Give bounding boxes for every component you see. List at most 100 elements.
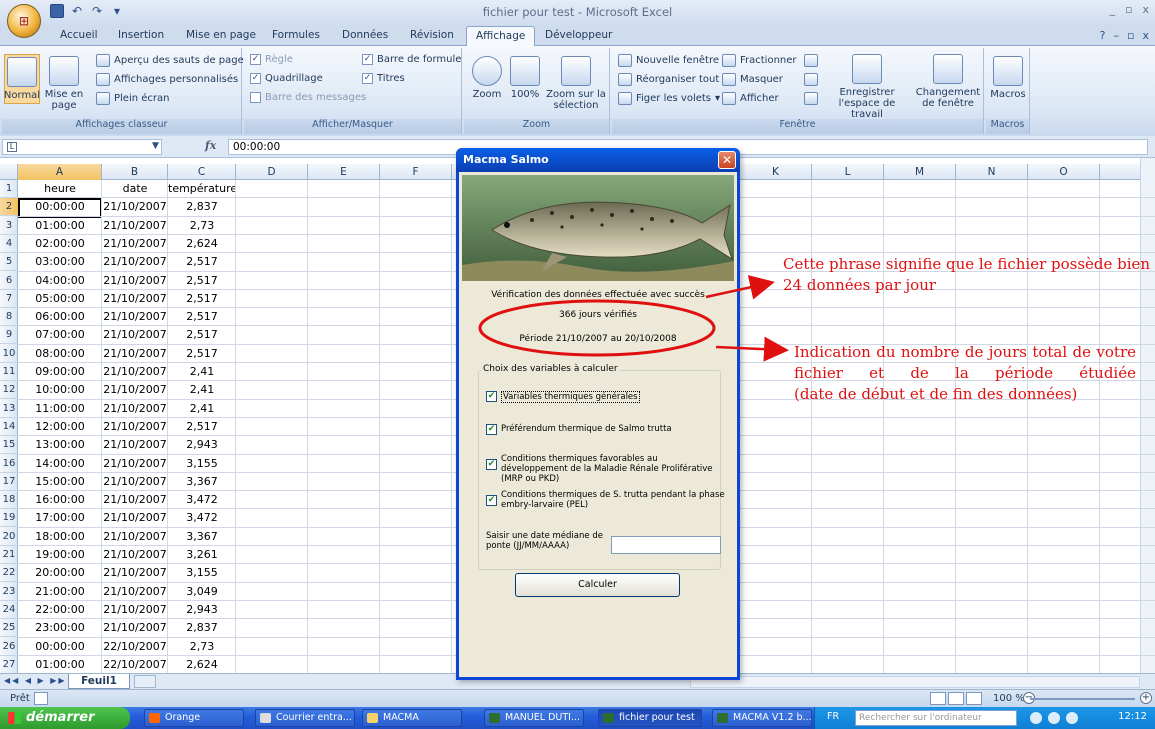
table-cell[interactable]: 21/10/2007 xyxy=(102,601,168,619)
taskbar-item-orange[interactable]: Orange xyxy=(144,709,244,727)
table-cell[interactable]: 2,73 xyxy=(168,638,236,656)
network-icon[interactable] xyxy=(1048,712,1060,724)
table-cell[interactable]: 14:00:00 xyxy=(18,455,102,473)
checkbox-pel[interactable]: ✔ Conditions thermiques de S. trutta pend… xyxy=(486,490,726,510)
vertical-scrollbar[interactable] xyxy=(1140,158,1155,673)
table-cell[interactable]: 21/10/2007 xyxy=(102,528,168,546)
table-cell[interactable]: 22/10/2007 xyxy=(102,656,168,673)
column-header-b[interactable]: B xyxy=(102,164,168,180)
table-cell[interactable]: 17:00:00 xyxy=(18,509,102,527)
table-cell[interactable]: 00:00:00 xyxy=(18,638,102,656)
table-cell[interactable]: 21/10/2007 xyxy=(102,217,168,235)
taskbar-item-fichier-pour-test[interactable]: fichier pour test xyxy=(598,709,702,727)
zoom-selection-button[interactable]: Zoom sur la sélection xyxy=(546,56,606,111)
page-layout-button[interactable]: Mise en page xyxy=(44,56,84,111)
row-header[interactable]: 16 xyxy=(0,455,18,473)
table-cell[interactable]: 2,41 xyxy=(168,363,236,381)
row-header[interactable]: 23 xyxy=(0,583,18,601)
split-button[interactable]: Fractionner xyxy=(722,54,797,67)
table-cell[interactable]: 2,624 xyxy=(168,656,236,673)
switch-windows-button[interactable]: Changement de fenêtre xyxy=(914,54,982,109)
table-cell[interactable]: 3,367 xyxy=(168,528,236,546)
row-header[interactable]: 3 xyxy=(0,217,18,235)
row-header[interactable]: 13 xyxy=(0,400,18,418)
column-header-l[interactable]: L xyxy=(812,164,884,180)
row-header[interactable]: 12 xyxy=(0,381,18,400)
table-cell[interactable]: 2,41 xyxy=(168,400,236,418)
row-header[interactable]: 20 xyxy=(0,528,18,546)
table-cell[interactable]: 23:00:00 xyxy=(18,619,102,637)
tab-developpeur[interactable]: Développeur xyxy=(545,29,612,41)
table-cell[interactable]: 18:00:00 xyxy=(18,528,102,546)
column-header-c[interactable]: C xyxy=(168,164,236,180)
table-cell[interactable]: 21/10/2007 xyxy=(102,253,168,271)
column-header-a[interactable]: A xyxy=(18,164,102,180)
name-box[interactable] xyxy=(2,139,162,155)
row-header[interactable]: 10 xyxy=(0,345,18,363)
table-cell[interactable]: 20:00:00 xyxy=(18,564,102,582)
minimize-icon[interactable]: _ xyxy=(1110,3,1116,16)
volume-icon[interactable] xyxy=(1066,712,1078,724)
desktop-search-input[interactable]: Rechercher sur l'ordinateur xyxy=(855,710,1017,726)
row-header[interactable]: 22 xyxy=(0,564,18,583)
table-cell[interactable]: 21/10/2007 xyxy=(102,418,168,436)
tab-insertion[interactable]: Insertion xyxy=(118,29,164,41)
column-header-k[interactable]: K xyxy=(740,164,812,180)
table-cell[interactable]: 13:00:00 xyxy=(18,436,102,454)
row-header[interactable]: 6 xyxy=(0,272,18,290)
row-header[interactable]: 14 xyxy=(0,418,18,436)
ruler-checkbox[interactable]: ✓ Règle xyxy=(250,54,293,65)
tab-affichage[interactable]: Affichage xyxy=(466,26,536,47)
checkbox-variables-generales[interactable]: ✔ Variables thermiques générales xyxy=(486,391,726,403)
gridlines-checkbox[interactable]: ✓ Quadrillage xyxy=(250,73,323,84)
normal-view-icon[interactable] xyxy=(930,692,946,705)
macros-button[interactable]: Macros xyxy=(990,56,1026,100)
save-workspace-button[interactable]: Enregistrer l'espace de travail xyxy=(822,54,912,120)
table-cell[interactable]: 2,943 xyxy=(168,601,236,619)
table-cell[interactable]: 21/10/2007 xyxy=(102,308,168,326)
taskbar-item-courrier[interactable]: Courrier entra... xyxy=(255,709,355,727)
table-cell[interactable]: 07:00:00 xyxy=(18,326,102,344)
table-cell[interactable]: 21/10/2007 xyxy=(102,198,168,216)
column-header-d[interactable]: D xyxy=(236,164,308,180)
table-cell[interactable]: 21/10/2007 xyxy=(102,235,168,253)
table-cell[interactable]: 21/10/2007 xyxy=(102,400,168,418)
zoom-in-icon[interactable]: + xyxy=(1140,692,1152,704)
table-cell[interactable]: 3,367 xyxy=(168,473,236,491)
reset-position-icon[interactable] xyxy=(804,92,818,105)
row-header[interactable]: 11 xyxy=(0,363,18,381)
taskbar-item-macma[interactable]: MACMA xyxy=(362,709,462,727)
name-box-dropdown-icon[interactable]: ▼ xyxy=(152,141,159,151)
row-header[interactable]: 5 xyxy=(0,253,18,272)
table-cell[interactable]: 21/10/2007 xyxy=(102,345,168,363)
column-header-m[interactable]: M xyxy=(884,164,956,180)
table-cell[interactable]: 21/10/2007 xyxy=(102,509,168,527)
table-cell[interactable]: 3,155 xyxy=(168,455,236,473)
row-header[interactable]: 26 xyxy=(0,638,18,656)
table-cell[interactable]: 3,472 xyxy=(168,491,236,509)
date-ponte-input[interactable] xyxy=(611,536,721,554)
tab-revision[interactable]: Révision xyxy=(410,29,454,41)
table-cell[interactable]: 2,943 xyxy=(168,436,236,454)
full-screen-button[interactable]: Plein écran xyxy=(96,92,169,105)
workbook-minimize-icon[interactable]: – xyxy=(1114,29,1120,42)
sheet-navigation-icons[interactable]: ◀◀ ◀ ▶ ▶▶ xyxy=(4,676,67,685)
column-header-o[interactable]: O xyxy=(1028,164,1100,180)
zoom-100-button[interactable]: 100% xyxy=(508,56,542,100)
table-cell[interactable]: 22/10/2007 xyxy=(102,638,168,656)
table-cell[interactable]: 16:00:00 xyxy=(18,491,102,509)
table-cell[interactable]: 21/10/2007 xyxy=(102,583,168,601)
row-header[interactable]: 8 xyxy=(0,308,18,327)
table-cell[interactable]: 02:00:00 xyxy=(18,235,102,253)
table-cell[interactable]: 2,517 xyxy=(168,326,236,344)
table-cell[interactable]: date xyxy=(102,180,168,198)
table-cell[interactable]: 2,517 xyxy=(168,253,236,271)
column-header-f[interactable]: F xyxy=(380,164,452,180)
column-header-n[interactable]: N xyxy=(956,164,1028,180)
start-button[interactable]: démarrer xyxy=(0,707,130,729)
table-cell[interactable]: 05:00:00 xyxy=(18,290,102,308)
table-cell[interactable]: 21/10/2007 xyxy=(102,491,168,509)
zoom-level[interactable]: 100 % xyxy=(993,693,1025,704)
table-cell[interactable]: 10:00:00 xyxy=(18,381,102,399)
freeze-panes-button[interactable]: Figer les volets ▾ xyxy=(618,92,720,105)
